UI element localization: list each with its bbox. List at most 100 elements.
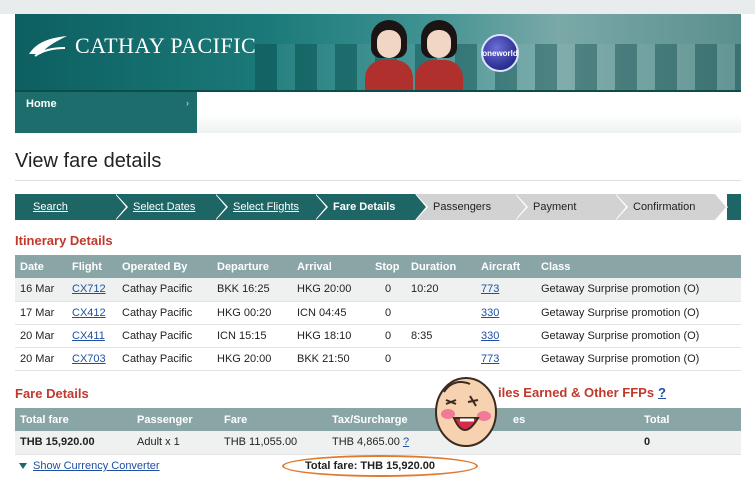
total-fare-summary: Total fare: THB 15,920.00 <box>305 460 436 472</box>
cell-duration <box>406 301 476 325</box>
cell-date: 16 Mar <box>15 278 67 302</box>
step-label: Payment <box>533 201 577 213</box>
cell-date: 20 Mar <box>15 324 67 348</box>
col-fare: Fare <box>219 408 327 431</box>
cell-class: Getaway Surprise promotion (O) <box>536 278 741 302</box>
page: CATHAY PACIFIC oneworld Home › View fare… <box>0 0 755 482</box>
ffp-title: iles Earned & Other FFPs? <box>498 385 666 400</box>
cell-duration <box>406 347 476 371</box>
cell-passenger: Adult x 1 <box>132 431 219 455</box>
ffp-help-link[interactable]: ? <box>658 385 666 400</box>
cell-arrival: BKK 21:50 <box>292 347 370 371</box>
oneworld-logo: oneworld <box>481 34 519 72</box>
col-arrival: Arrival <box>292 255 370 278</box>
col-tax-surcharge: Tax/Surcharge <box>327 408 439 431</box>
aircraft-link[interactable]: 773 <box>481 353 499 365</box>
cell-fare: THB 11,055.00 <box>219 431 327 455</box>
step-label: Select Flights <box>233 201 300 213</box>
attendant-image <box>365 18 413 90</box>
step-select-dates[interactable]: Select Dates <box>115 194 228 220</box>
attendant-image <box>415 18 463 90</box>
nav-home-link[interactable]: Home › <box>15 90 197 133</box>
col-total: Total <box>639 408 741 431</box>
table-row: 16 Mar CX712 Cathay Pacific BKK 16:25 HK… <box>15 278 741 302</box>
step-passengers: Passengers <box>415 194 528 220</box>
cell-date: 20 Mar <box>15 347 67 371</box>
step-confirmation: Confirmation <box>615 194 728 220</box>
cell-stop: 0 <box>370 347 406 371</box>
fare-table: Total fare Passenger Fare Tax/Surcharge … <box>15 408 741 455</box>
fare-details-title: Fare Details <box>15 386 89 401</box>
cell-stop: 0 <box>370 324 406 348</box>
aircraft-link[interactable]: 773 <box>481 283 499 295</box>
tax-help-link[interactable]: ? <box>403 436 409 448</box>
flight-link[interactable]: CX411 <box>72 330 105 342</box>
col-total-fare: Total fare <box>15 408 132 431</box>
cell-departure: HKG 00:20 <box>212 301 292 325</box>
cell-class: Getaway Surprise promotion (O) <box>536 347 741 371</box>
cell-total: 0 <box>639 431 741 455</box>
nav-bar-fill <box>197 90 741 133</box>
cell-operated-by: Cathay Pacific <box>117 278 212 302</box>
col-aircraft: Aircraft <box>476 255 536 278</box>
step-label: Select Dates <box>133 201 196 213</box>
cell-class: Getaway Surprise promotion (O) <box>536 301 741 325</box>
cell-stop: 0 <box>370 278 406 302</box>
cell-date: 17 Mar <box>15 301 67 325</box>
col-flight: Flight <box>67 255 117 278</box>
itinerary-table: Date Flight Operated By Departure Arriva… <box>15 255 741 371</box>
currency-converter-toggle[interactable]: Show Currency Converter <box>19 460 160 472</box>
brand-logo[interactable]: CATHAY PACIFIC <box>27 32 256 60</box>
aircraft-link[interactable]: 330 <box>481 307 499 319</box>
step-label: Confirmation <box>633 201 696 213</box>
cell-arrival: ICN 04:45 <box>292 301 370 325</box>
page-title: View fare details <box>15 150 162 172</box>
divider <box>15 180 741 181</box>
col-departure: Departure <box>212 255 292 278</box>
cell-class: Getaway Surprise promotion (O) <box>536 324 741 348</box>
cell-arrival: HKG 18:10 <box>292 324 370 348</box>
cell-total-fare: THB 15,920.00 <box>15 431 132 455</box>
triangle-down-icon <box>19 463 27 470</box>
cell-departure: ICN 15:15 <box>212 324 292 348</box>
cell-departure: HKG 20:00 <box>212 347 292 371</box>
table-row: 20 Mar CX411 Cathay Pacific ICN 15:15 HK… <box>15 324 741 348</box>
header-banner: CATHAY PACIFIC oneworld <box>15 14 741 90</box>
table-row: 17 Mar CX412 Cathay Pacific HKG 00:20 IC… <box>15 301 741 325</box>
flight-link[interactable]: CX703 <box>72 353 106 365</box>
cell-tax: THB 4,865.00 <box>332 436 400 449</box>
col-class: Class <box>536 255 741 278</box>
col-stop: Stop <box>370 255 406 278</box>
itinerary-title: Itinerary Details <box>15 233 113 248</box>
aircraft-link[interactable]: 330 <box>481 330 499 342</box>
step-select-flights[interactable]: Select Flights <box>215 194 328 220</box>
col-passenger: Passenger <box>132 408 219 431</box>
cartoon-face-sticker <box>430 372 500 452</box>
booking-steps: Search Select Dates Select Flights Fare … <box>15 194 741 220</box>
cell-duration: 8:35 <box>406 324 476 348</box>
show-currency-converter-link[interactable]: Show Currency Converter <box>33 460 160 472</box>
cell-departure: BKK 16:25 <box>212 278 292 302</box>
step-label: Search <box>33 201 68 213</box>
flight-link[interactable]: CX412 <box>72 307 106 319</box>
cell-operated-by: Cathay Pacific <box>117 347 212 371</box>
step-payment: Payment <box>515 194 628 220</box>
step-label: Passengers <box>433 201 492 213</box>
brand-name: CATHAY PACIFIC <box>75 33 257 58</box>
chevron-right-icon: › <box>186 98 189 108</box>
table-row: 20 Mar CX703 Cathay Pacific HKG 20:00 BK… <box>15 347 741 371</box>
col-duration: Duration <box>406 255 476 278</box>
step-label: Fare Details <box>333 201 396 213</box>
ffp-title-text: iles Earned & Other FFPs <box>498 385 655 400</box>
cell-arrival: HKG 20:00 <box>292 278 370 302</box>
brushwing-icon <box>27 32 69 60</box>
cell-stop: 0 <box>370 301 406 325</box>
top-strip <box>0 0 755 14</box>
steps-end-cap <box>727 194 741 220</box>
cell-duration: 10:20 <box>406 278 476 302</box>
flight-link[interactable]: CX712 <box>72 283 106 295</box>
step-search[interactable]: Search <box>15 194 128 220</box>
cell-operated-by: Cathay Pacific <box>117 324 212 348</box>
table-row: THB 15,920.00 Adult x 1 THB 11,055.00 TH… <box>15 431 741 455</box>
main-nav: Home › <box>15 90 741 133</box>
